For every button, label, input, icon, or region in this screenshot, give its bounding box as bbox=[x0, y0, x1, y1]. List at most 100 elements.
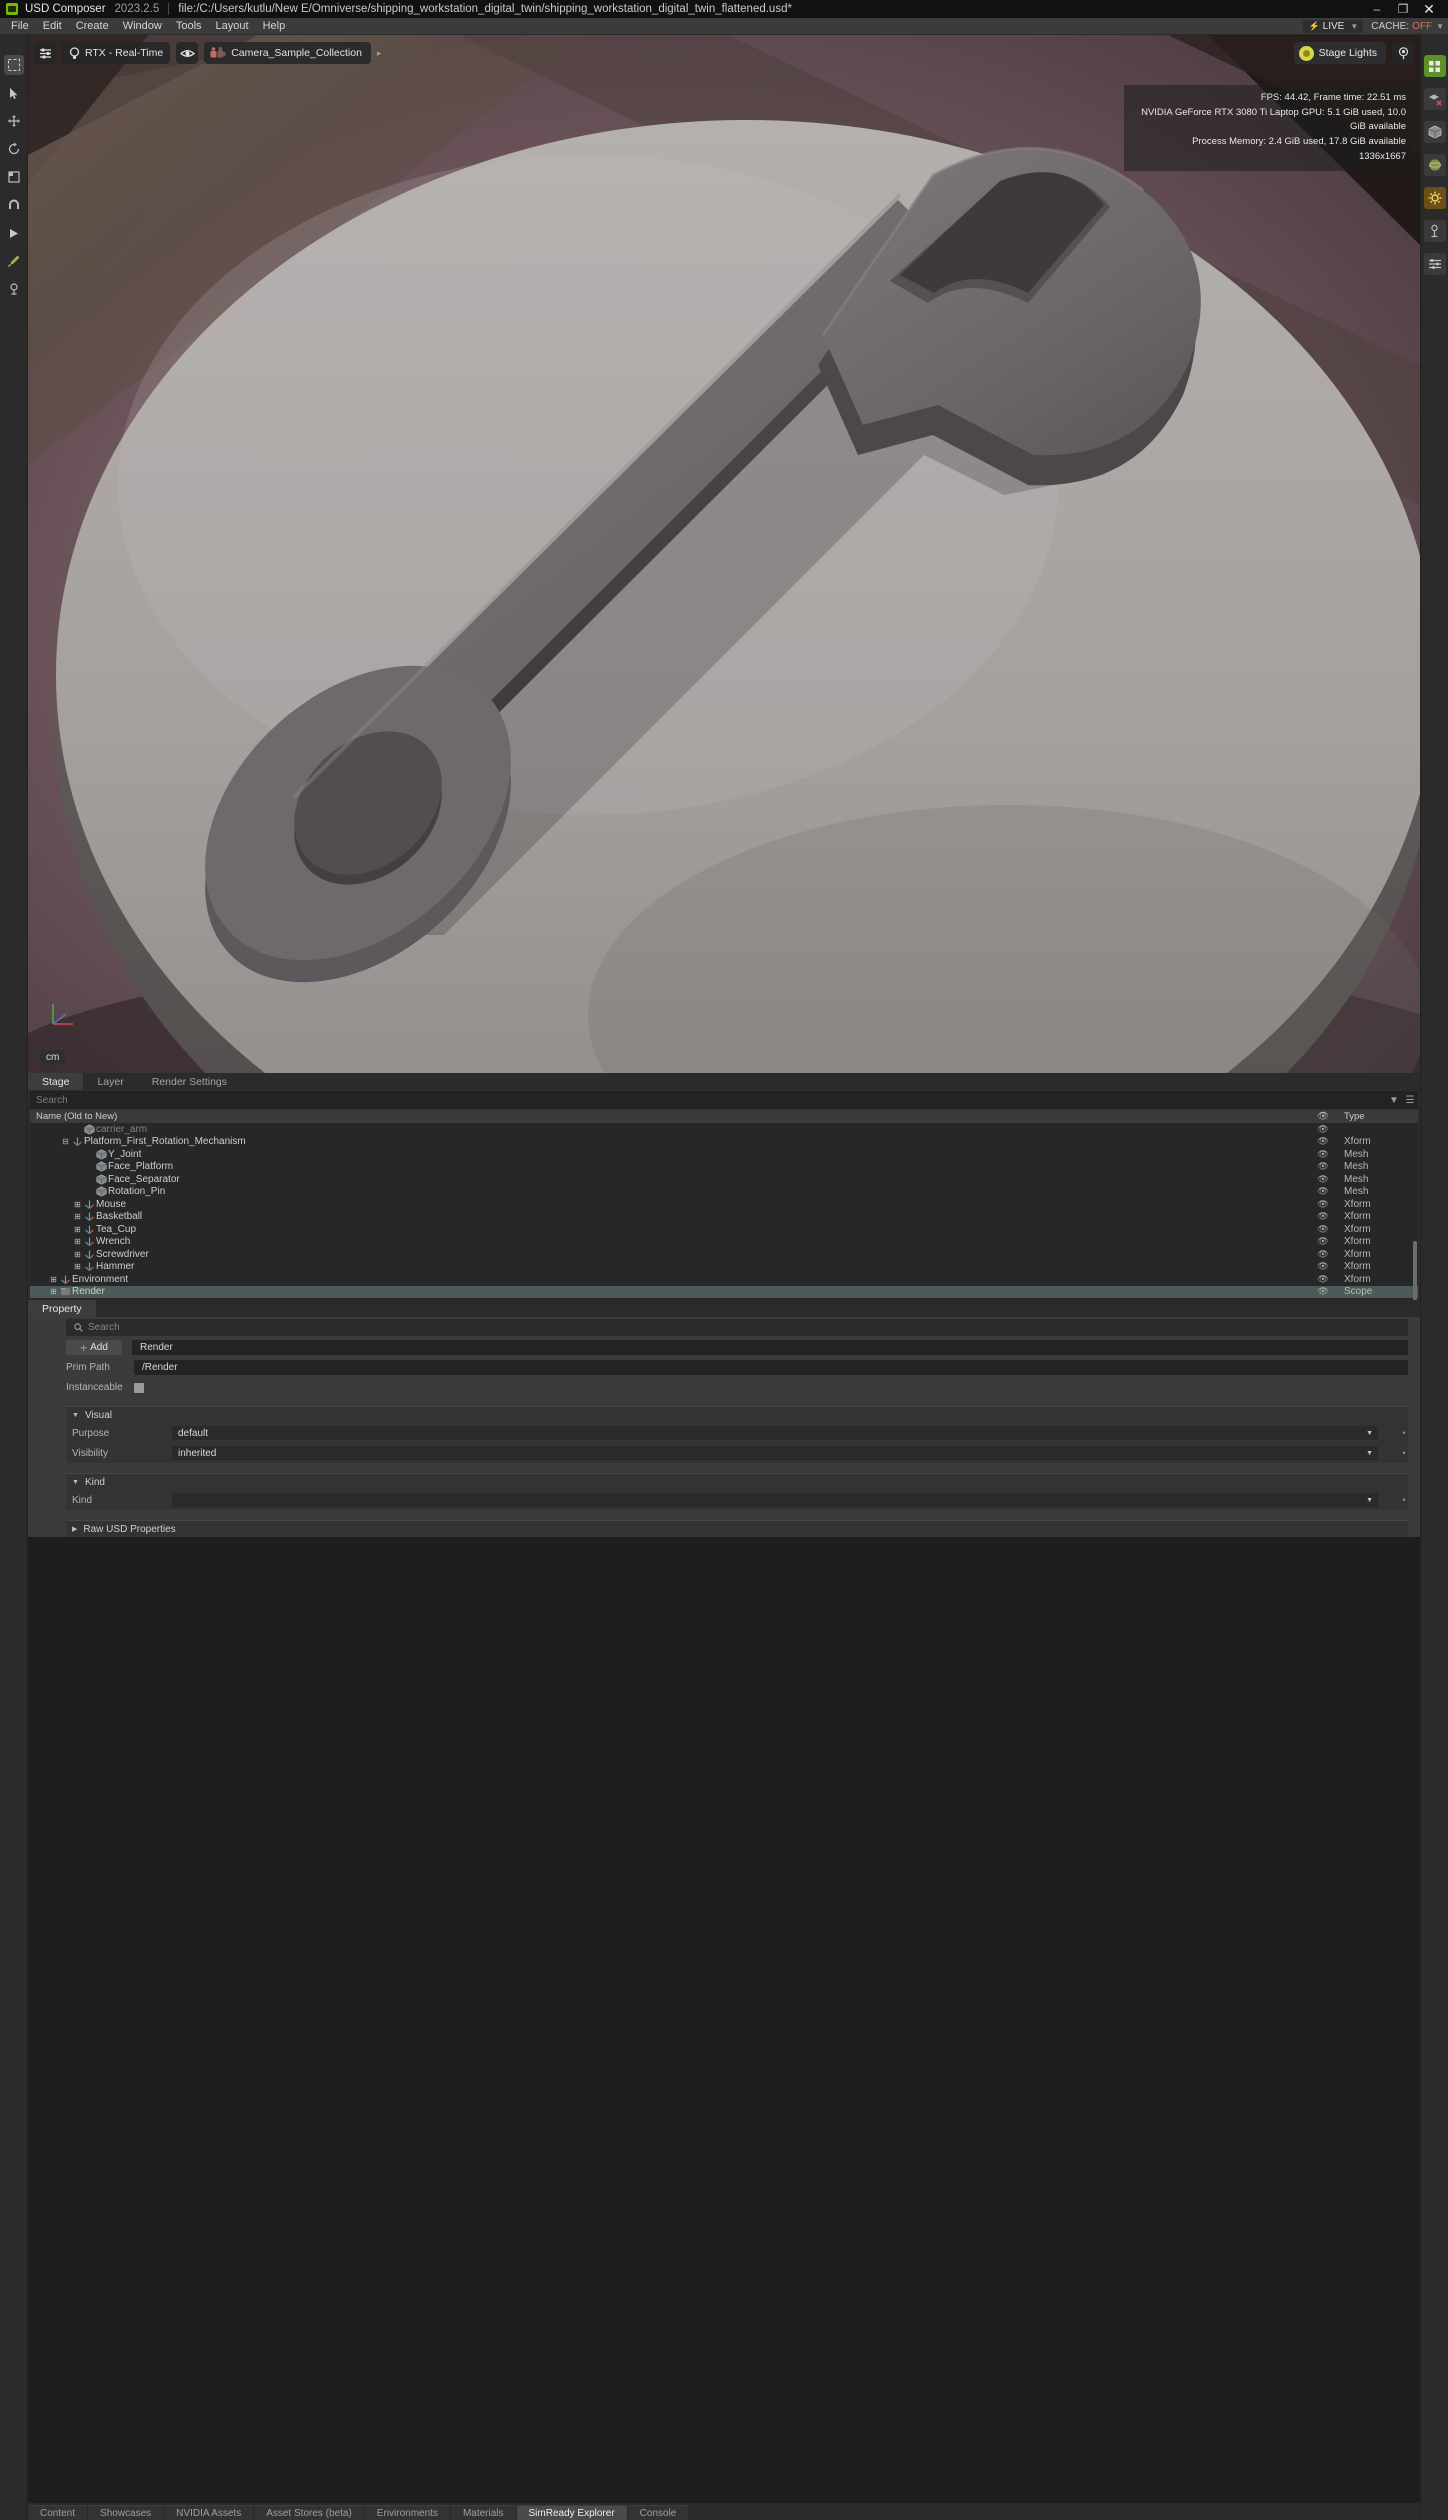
table-row[interactable]: ⊞ Screwdriver 👁 Xform bbox=[30, 1248, 1418, 1261]
menu-window[interactable]: Window bbox=[116, 18, 169, 35]
stage-search-input[interactable]: Search bbox=[36, 1095, 1386, 1106]
stage-search-row[interactable]: Search ▼ ☰ bbox=[30, 1091, 1418, 1109]
row-visibility-icon[interactable]: 👁 bbox=[1308, 1136, 1338, 1147]
table-row[interactable]: ⊞ Wrench 👁 Xform bbox=[30, 1236, 1418, 1249]
menu-create[interactable]: Create bbox=[69, 18, 116, 35]
tab-property[interactable]: Property bbox=[28, 1300, 96, 1317]
physics-tool-icon[interactable] bbox=[4, 279, 24, 299]
camera-selector[interactable]: Camera_Sample_Collection bbox=[204, 42, 371, 64]
row-expander[interactable]: ⊟ bbox=[60, 1137, 71, 1146]
table-row[interactable]: ⊟ Platform_First_Rotation_Mechanism 👁 Xform bbox=[30, 1136, 1418, 1149]
add-property-button[interactable]: + Add bbox=[66, 1340, 122, 1355]
scale-tool-icon[interactable] bbox=[4, 167, 24, 187]
paint-brush-icon[interactable] bbox=[4, 251, 24, 271]
row-visibility-icon[interactable]: 👁 bbox=[1308, 1224, 1338, 1235]
camera-chevron-right-icon[interactable]: ▸ bbox=[377, 42, 387, 64]
renderer-selector[interactable]: RTX - Real-Time bbox=[62, 42, 171, 64]
row-visibility-icon[interactable]: 👁 bbox=[1308, 1261, 1338, 1272]
visibility-reset-icon[interactable]: • bbox=[1400, 1448, 1408, 1458]
minimize-button[interactable]: – bbox=[1364, 0, 1390, 18]
row-visibility-icon[interactable]: 👁 bbox=[1308, 1249, 1338, 1260]
menu-layout[interactable]: Layout bbox=[209, 18, 256, 35]
filter-icon[interactable]: ▼ bbox=[1386, 1095, 1402, 1106]
table-row[interactable]: Face_Platform 👁 Mesh bbox=[30, 1161, 1418, 1174]
prim-name-field[interactable]: Render bbox=[132, 1340, 1408, 1355]
tab-render-settings[interactable]: Render Settings bbox=[137, 1073, 242, 1090]
row-visibility-icon[interactable]: 👁 bbox=[1308, 1124, 1338, 1135]
table-row[interactable]: carrier_arm 👁 bbox=[30, 1123, 1418, 1136]
cursor-arrow-icon[interactable] bbox=[4, 83, 24, 103]
bottom-tab-nvidia-assets[interactable]: NVIDIA Assets bbox=[164, 2505, 254, 2520]
bottom-tab-environments[interactable]: Environments bbox=[364, 2505, 450, 2520]
table-row[interactable]: ⊞ Basketball 👁 Xform bbox=[30, 1211, 1418, 1224]
row-visibility-icon[interactable]: 👁 bbox=[1308, 1199, 1338, 1210]
table-row[interactable]: ⊞ Render 👁 Scope bbox=[30, 1285, 1418, 1298]
select-mode-icon[interactable] bbox=[3, 55, 24, 75]
settings-gear-icon[interactable] bbox=[1423, 187, 1446, 209]
purpose-reset-icon[interactable]: • bbox=[1400, 1428, 1408, 1438]
table-row[interactable]: Face_Separator 👁 Mesh bbox=[30, 1173, 1418, 1186]
row-visibility-icon[interactable]: 👁 bbox=[1308, 1236, 1338, 1247]
tab-stage[interactable]: Stage bbox=[28, 1073, 84, 1090]
close-button[interactable]: ✕ bbox=[1416, 0, 1442, 18]
visual-section-header[interactable]: ▼ Visual bbox=[66, 1407, 1408, 1423]
row-visibility-icon[interactable]: 👁 bbox=[1308, 1186, 1338, 1197]
viewport-3d[interactable]: RTX - Real-Time Camera_Sample_Collection… bbox=[28, 35, 1420, 1073]
table-row[interactable]: ⊞ Tea_Cup 👁 Xform bbox=[30, 1223, 1418, 1236]
maximize-button[interactable]: ❐ bbox=[1390, 0, 1416, 18]
row-visibility-icon[interactable]: 👁 bbox=[1308, 1211, 1338, 1222]
purpose-dropdown[interactable]: default ▼ bbox=[172, 1426, 1378, 1440]
prim-path-field[interactable]: /Render bbox=[134, 1360, 1408, 1375]
snap-magnet-icon[interactable] bbox=[4, 195, 24, 215]
remove-layer-icon[interactable] bbox=[1423, 88, 1446, 110]
options-menu-icon[interactable]: ☰ bbox=[1402, 1095, 1418, 1106]
row-expander[interactable]: ⊞ bbox=[72, 1250, 83, 1259]
raw-usd-properties-section[interactable]: ▶ Raw USD Properties bbox=[66, 1520, 1408, 1537]
row-visibility-icon[interactable]: 👁 bbox=[1308, 1149, 1338, 1160]
physics-authoring-icon[interactable] bbox=[1423, 220, 1446, 242]
viewport-settings-icon[interactable] bbox=[34, 42, 56, 64]
row-expander[interactable]: ⊞ bbox=[72, 1200, 83, 1209]
live-toggle[interactable]: ⚡ LIVE ▼ bbox=[1303, 19, 1364, 33]
render-settings-sliders-icon[interactable] bbox=[1423, 253, 1446, 275]
visibility-eye-icon[interactable] bbox=[176, 42, 199, 64]
bottom-tab-materials[interactable]: Materials bbox=[450, 2505, 516, 2520]
sphere-primitive-icon[interactable] bbox=[1423, 154, 1446, 176]
table-row[interactable]: ⊞ Mouse 👁 Xform bbox=[30, 1198, 1418, 1211]
table-row[interactable]: ⊞ Environment 👁 Xform bbox=[30, 1273, 1418, 1286]
kind-reset-icon[interactable]: • bbox=[1400, 1495, 1408, 1505]
stage-tree[interactable]: carrier_arm 👁 ⊟ Platform_First_Rotation_Mec… bbox=[30, 1123, 1418, 1300]
menu-help[interactable]: Help bbox=[256, 18, 293, 35]
bottom-tab-simready-explorer[interactable]: SimReady Explorer bbox=[516, 2505, 627, 2520]
table-row[interactable]: Y_Joint 👁 Mesh bbox=[30, 1148, 1418, 1161]
row-expander[interactable]: ⊞ bbox=[72, 1262, 83, 1271]
row-expander[interactable]: ⊞ bbox=[48, 1287, 59, 1296]
instanceable-checkbox[interactable] bbox=[134, 1382, 144, 1393]
stage-tree-scrollbar[interactable] bbox=[1413, 1241, 1417, 1300]
row-visibility-icon[interactable]: 👁 bbox=[1308, 1286, 1338, 1297]
bottom-tab-content[interactable]: Content bbox=[28, 2505, 88, 2520]
light-pin-icon[interactable] bbox=[1392, 42, 1414, 64]
row-expander[interactable]: ⊞ bbox=[48, 1275, 59, 1284]
table-row[interactable]: Rotation_Pin 👁 Mesh bbox=[30, 1186, 1418, 1199]
kind-section-header[interactable]: ▼ Kind bbox=[66, 1474, 1408, 1490]
bottom-tab-showcases[interactable]: Showcases bbox=[88, 2505, 164, 2520]
cache-chevron-down-icon[interactable]: ▼ bbox=[1436, 22, 1444, 31]
menu-file[interactable]: File bbox=[4, 18, 36, 35]
play-button-icon[interactable] bbox=[4, 223, 24, 243]
row-visibility-icon[interactable]: 👁 bbox=[1308, 1274, 1338, 1285]
row-visibility-icon[interactable]: 👁 bbox=[1308, 1161, 1338, 1172]
kind-dropdown[interactable]: ▼ bbox=[172, 1493, 1378, 1507]
row-expander[interactable]: ⊞ bbox=[72, 1212, 83, 1221]
menu-tools[interactable]: Tools bbox=[169, 18, 209, 35]
menu-edit[interactable]: Edit bbox=[36, 18, 69, 35]
bottom-tab-console[interactable]: Console bbox=[627, 2505, 689, 2520]
nvidia-assets-icon[interactable] bbox=[1423, 55, 1446, 77]
stage-lights-button[interactable]: Stage Lights bbox=[1293, 42, 1386, 64]
row-expander[interactable]: ⊞ bbox=[72, 1225, 83, 1234]
row-visibility-icon[interactable]: 👁 bbox=[1308, 1174, 1338, 1185]
cube-primitive-icon[interactable] bbox=[1423, 121, 1446, 143]
table-row[interactable]: ⊞ Hammer 👁 Xform bbox=[30, 1261, 1418, 1274]
visibility-dropdown[interactable]: inherited ▼ bbox=[172, 1446, 1378, 1460]
rotate-tool-icon[interactable] bbox=[4, 139, 24, 159]
